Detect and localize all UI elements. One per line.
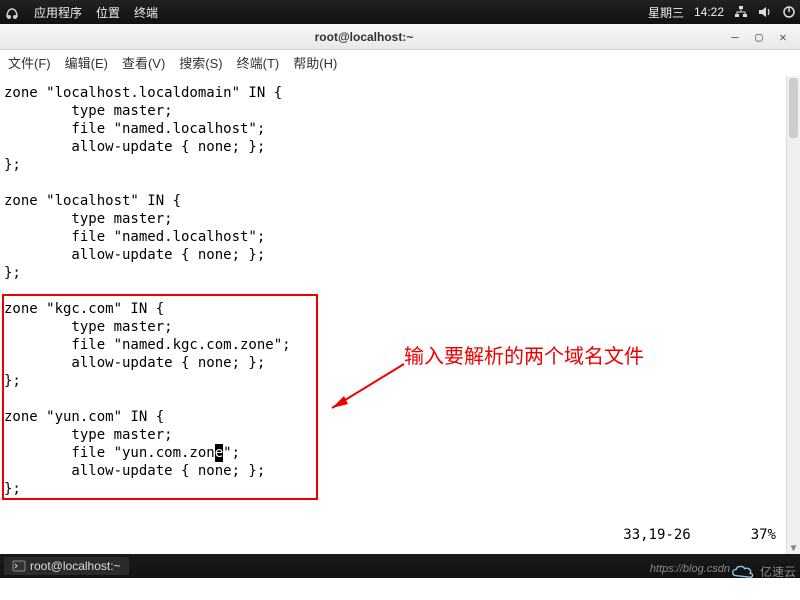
vim-cursor-pos: 33,19-26 <box>623 526 690 544</box>
menu-places[interactable]: 位置 <box>96 4 120 21</box>
gnome-bottom-bar: root@localhost:~ https://blog.csdn <box>0 554 800 578</box>
taskbar-label: root@localhost:~ <box>30 559 121 573</box>
menu-file[interactable]: 文件(F) <box>8 53 51 72</box>
brand-text: 亿速云 <box>760 563 796 580</box>
brand-watermark: 亿速云 <box>730 562 796 580</box>
menu-edit[interactable]: 编辑(E) <box>65 53 108 72</box>
scroll-down-icon[interactable]: ▼ <box>787 540 800 554</box>
menu-terminal[interactable]: 终端 <box>134 4 158 21</box>
scrollbar[interactable]: ▲ ▼ <box>786 76 800 554</box>
terminal-menu-bar: 文件(F) 编辑(E) 查看(V) 搜索(S) 终端(T) 帮助(H) <box>0 50 800 76</box>
minimize-button[interactable]: — <box>728 30 742 44</box>
annotation-arrow-icon <box>318 358 408 418</box>
menu-terminal-sub[interactable]: 终端(T) <box>237 53 280 72</box>
volume-icon[interactable] <box>758 5 772 19</box>
power-icon[interactable] <box>782 5 796 19</box>
annotation-text: 输入要解析的两个域名文件 <box>404 348 644 366</box>
terminal-content[interactable]: zone "localhost.localdomain" IN { type m… <box>0 76 800 554</box>
menu-help[interactable]: 帮助(H) <box>293 53 337 72</box>
network-icon[interactable] <box>734 5 748 19</box>
menu-search[interactable]: 搜索(S) <box>179 53 222 72</box>
taskbar-terminal-button[interactable]: root@localhost:~ <box>4 557 129 575</box>
brand-logo-icon <box>730 562 758 580</box>
clock-time[interactable]: 14:22 <box>694 5 724 19</box>
close-button[interactable]: ✕ <box>776 30 790 44</box>
window-title: root@localhost:~ <box>0 30 728 44</box>
clock-day[interactable]: 星期三 <box>648 4 684 21</box>
annotation-box <box>2 294 318 500</box>
terminal-icon <box>12 559 26 573</box>
scrollbar-thumb[interactable] <box>789 78 798 138</box>
window-title-bar: root@localhost:~ — ▢ ✕ <box>0 24 800 50</box>
activities-icon[interactable] <box>4 4 20 20</box>
vim-scroll-pct: 37% <box>751 526 776 544</box>
maximize-button[interactable]: ▢ <box>752 30 766 44</box>
menu-applications[interactable]: 应用程序 <box>34 4 82 21</box>
menu-view[interactable]: 查看(V) <box>122 53 165 72</box>
watermark-text: https://blog.csdn <box>650 563 730 575</box>
vim-status-line: 33,19-26 37% <box>623 526 776 544</box>
gnome-top-bar: 应用程序 位置 终端 星期三 14:22 <box>0 0 800 24</box>
